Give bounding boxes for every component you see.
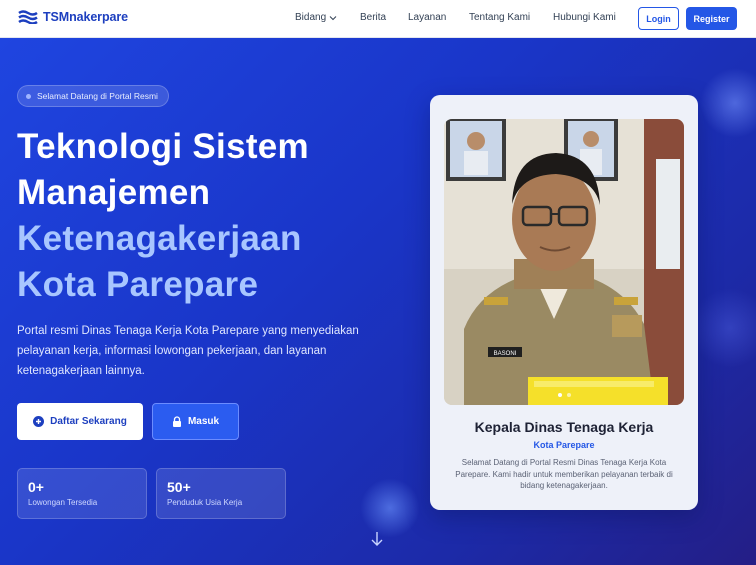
hero-title-line-1: Teknologi Sistem — [17, 127, 309, 166]
stat-value: 50+ — [167, 479, 191, 495]
stat-label: Penduduk Usia Kerja — [167, 498, 243, 507]
decorative-orb — [700, 68, 756, 138]
official-portrait-image: BASONI — [444, 119, 684, 405]
carousel-dot[interactable] — [557, 393, 562, 397]
nav-item-hubungi-kami[interactable]: Hubungi Kami — [553, 12, 616, 23]
lock-icon — [172, 416, 181, 427]
daftar-sekarang-button[interactable]: Daftar Sekarang — [17, 403, 143, 440]
logo[interactable]: TSMnakerpare — [18, 10, 128, 24]
hero-title-line-4: Kota Parepare — [17, 265, 259, 304]
nav-item-tentang-kami[interactable]: Tentang Kami — [469, 12, 530, 23]
profile-subtitle: Kota Parepare — [533, 440, 595, 450]
decorative-orb — [690, 288, 756, 368]
stat-value: 0+ — [28, 479, 44, 495]
profile-title: Kepala Dinas Tenaga Kerja — [474, 419, 654, 435]
stat-card-lowongan: 0+ Lowongan Tersedia — [17, 468, 147, 519]
decorative-orb — [360, 478, 420, 538]
hero-title: Teknologi Sistem Manajemen Ketenagakerja… — [17, 124, 309, 308]
welcome-badge-text: Selamat Datang di Portal Resmi — [37, 91, 158, 101]
nav-item-label: Tentang Kami — [469, 12, 531, 23]
nav-item-label: Bidang — [295, 12, 327, 23]
nav-item-bidang[interactable]: Bidang — [295, 12, 337, 23]
nav-item-label: Berita — [360, 12, 387, 23]
profile-photo: BASONI — [444, 119, 684, 405]
daftar-sekarang-label: Daftar Sekarang — [50, 416, 127, 427]
dot-icon — [26, 93, 31, 99]
hero-title-line-3: Ketenagakerjaan — [17, 219, 302, 258]
welcome-badge: Selamat Datang di Portal Resmi — [17, 85, 169, 107]
hero-title-line-2: Manajemen — [17, 173, 211, 212]
logo-text: TSMnakerpare — [43, 10, 128, 24]
stat-card-penduduk: 50+ Penduduk Usia Kerja — [156, 468, 286, 519]
profile-card: BASONI Kepala Dinas Tenaga Kerja Kota Pa… — [430, 95, 698, 510]
profile-text: Selamat Datang di Portal Resmi Dinas Ten… — [455, 458, 673, 490]
hero-description: Portal resmi Dinas Tenaga Kerja Kota Par… — [17, 325, 359, 377]
nav-item-label: Hubungi Kami — [553, 12, 616, 23]
plus-circle-icon — [33, 416, 45, 427]
carousel-indicators — [444, 393, 684, 397]
stat-label: Lowongan Tersedia — [28, 498, 98, 507]
chevron-down-icon — [329, 15, 337, 20]
nav-item-layanan[interactable]: Layanan — [408, 12, 446, 23]
login-button[interactable]: Login — [638, 7, 679, 30]
navbar: TSMnakerpare Bidang Berita Layanan Tenta… — [0, 0, 756, 38]
waves-logo-icon — [18, 10, 38, 24]
name-tag-text: BASONI — [494, 351, 517, 357]
nav-item-label: Layanan — [408, 12, 447, 23]
masuk-button[interactable]: Masuk — [152, 403, 239, 440]
hero-section: Selamat Datang di Portal Resmi Teknologi… — [0, 38, 756, 565]
arrow-down-icon[interactable] — [369, 530, 385, 548]
masuk-label: Masuk — [187, 416, 220, 427]
register-button[interactable]: Register — [686, 7, 737, 30]
carousel-dot[interactable] — [566, 393, 571, 397]
nav-item-berita[interactable]: Berita — [360, 12, 386, 23]
